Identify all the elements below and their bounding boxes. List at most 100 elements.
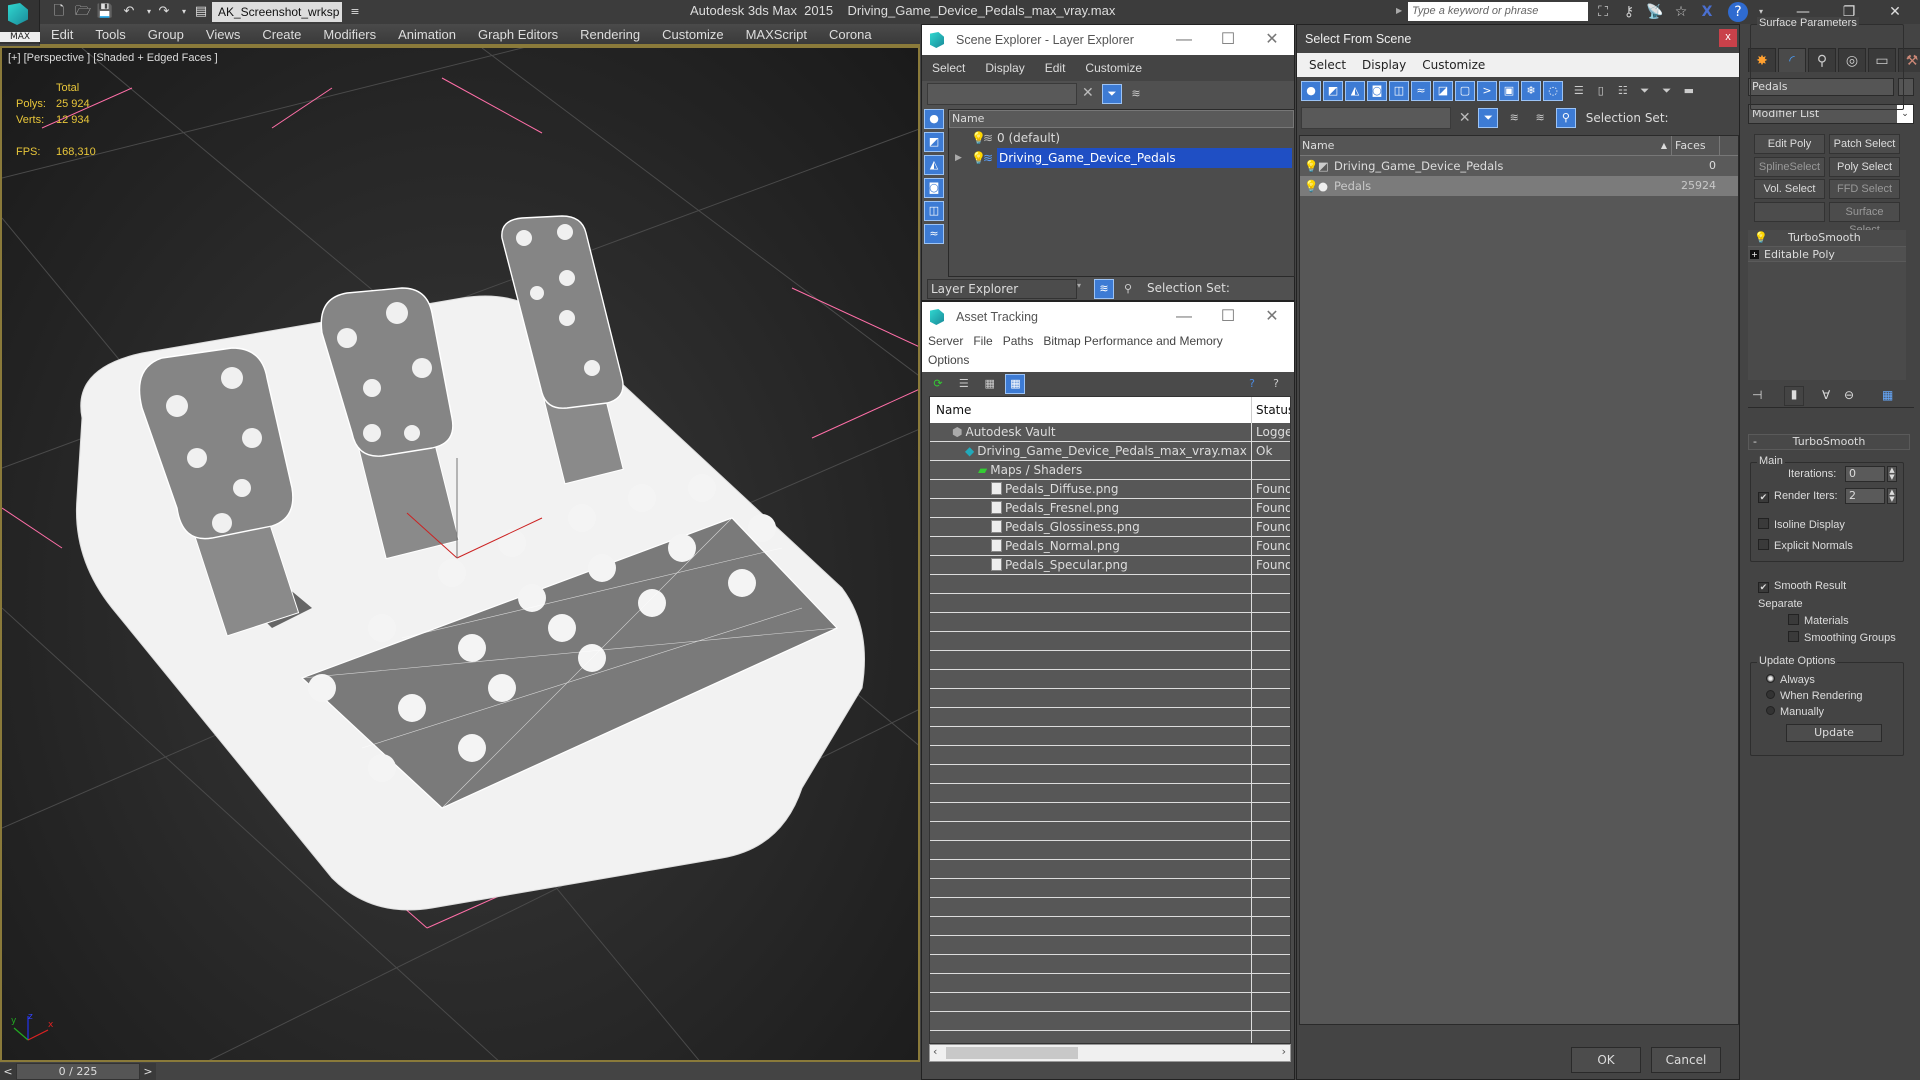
- layer-display-icon[interactable]: ≋: [1530, 108, 1550, 128]
- menu-display[interactable]: Display: [975, 55, 1034, 81]
- project-folder-icon[interactable]: ▤: [192, 3, 210, 21]
- select-search-input[interactable]: [1301, 107, 1451, 129]
- minimize-icon[interactable]: —: [1162, 302, 1206, 332]
- column-header-faces[interactable]: Faces: [1672, 136, 1720, 155]
- materials-checkbox[interactable]: [1788, 614, 1799, 625]
- smoothing-groups-checkbox[interactable]: [1788, 631, 1799, 642]
- show-end-result-icon[interactable]: ▮: [1784, 386, 1804, 406]
- spacewarps-filter-icon[interactable]: ≈: [924, 224, 944, 244]
- collapse-minus-icon[interactable]: -: [1753, 435, 1757, 449]
- new-file-icon[interactable]: 🗋: [50, 3, 68, 21]
- asset-row[interactable]: Pedals_Specular.png Found: [930, 556, 1290, 575]
- close-button[interactable]: x: [1719, 29, 1737, 47]
- geometry-filter-icon[interactable]: ●: [924, 109, 944, 129]
- ffd-select-button[interactable]: FFD Select: [1829, 179, 1900, 199]
- helpers-filter-icon[interactable]: ◫: [924, 201, 944, 221]
- smooth-result-checkbox[interactable]: ✔: [1758, 582, 1769, 593]
- object-row[interactable]: 💡 ◩ Driving_Game_Device_Pedals 0: [1300, 156, 1738, 176]
- frozen-filter-icon[interactable]: ❄: [1521, 81, 1541, 101]
- menu-views[interactable]: Views: [195, 24, 251, 46]
- spacewarps-filter-icon[interactable]: ≈: [1411, 81, 1431, 101]
- layers-options-icon[interactable]: ≋: [1504, 108, 1524, 128]
- ok-button[interactable]: OK: [1571, 1047, 1641, 1073]
- redo-dropdown-icon[interactable]: ▾: [175, 3, 193, 21]
- iterations-spinner-arrows[interactable]: ▲ ▼: [1887, 466, 1897, 482]
- helpers-filter-icon[interactable]: ◫: [1389, 81, 1409, 101]
- cameras-filter-icon[interactable]: ◙: [1367, 81, 1387, 101]
- dropdown-arrow-icon[interactable]: ▾: [1077, 281, 1081, 290]
- asset-row[interactable]: ◆ Driving_Game_Device_Pedals_max_vray.max…: [930, 442, 1290, 461]
- menu-rendering[interactable]: Rendering: [569, 24, 651, 46]
- open-file-icon[interactable]: 🗁: [74, 3, 92, 21]
- remove-modifier-icon[interactable]: ⊖: [1844, 388, 1854, 402]
- column-header-name[interactable]: Name: [930, 397, 1252, 423]
- light-bulb-icon[interactable]: 💡: [1304, 176, 1318, 196]
- hidden-filter-icon[interactable]: ◌: [1543, 81, 1563, 101]
- shapes-filter-icon[interactable]: ◩: [1323, 81, 1343, 101]
- pin-stack-icon[interactable]: ⊣: [1752, 388, 1762, 402]
- asset-row[interactable]: Pedals_Normal.png Found: [930, 537, 1290, 556]
- undo-icon[interactable]: ↶: [120, 3, 138, 21]
- render-iters-spinner-input[interactable]: 2: [1845, 488, 1885, 504]
- help-icon[interactable]: ?: [1728, 2, 1748, 22]
- refresh-icon[interactable]: ⟳: [928, 374, 948, 394]
- column-header-name[interactable]: Name ▲: [1300, 136, 1672, 155]
- patch-select-button[interactable]: Patch Select: [1829, 134, 1900, 154]
- search-expand-icon[interactable]: ▶: [1396, 6, 1402, 15]
- filter-settings-icon[interactable]: ⏷: [1657, 81, 1677, 101]
- expand-arrow-icon[interactable]: ▶: [955, 148, 962, 168]
- customize-toolbar-icon[interactable]: ≡: [346, 3, 364, 21]
- stack-item-editable-poly[interactable]: + Editable Poly: [1748, 246, 1906, 262]
- scene-explorer-titlebar[interactable]: Scene Explorer - Layer Explorer — ☐ ✕: [922, 25, 1294, 55]
- lights-filter-icon[interactable]: ◭: [1345, 81, 1365, 101]
- viewport-label-menu[interactable]: [+] [Perspective ] [Shaded + Edged Faces…: [8, 52, 218, 64]
- lights-filter-icon[interactable]: ◭: [924, 155, 944, 175]
- close-icon[interactable]: ✕: [1250, 302, 1294, 332]
- poly-select-button[interactable]: Poly Select: [1829, 157, 1900, 177]
- workspace-dropdown[interactable]: AK_Screenshot_wrksp ▾: [212, 2, 342, 38]
- thumbnail-view-icon[interactable]: ▦: [980, 374, 1000, 394]
- geometry-filter-icon[interactable]: ●: [1301, 81, 1321, 101]
- time-prev-button[interactable]: <: [0, 1063, 16, 1080]
- layer-row-selected[interactable]: ▶ 💡 ≋ Driving_Game_Device_Pedals: [949, 148, 1294, 168]
- menu-animation[interactable]: Animation: [387, 24, 467, 46]
- groups-filter-icon[interactable]: ◪: [1433, 81, 1453, 101]
- exchange-x-icon[interactable]: X: [1696, 2, 1718, 22]
- containers-filter-icon[interactable]: ▣: [1499, 81, 1519, 101]
- menu-customize[interactable]: Customize: [651, 24, 734, 46]
- turbosmooth-rollout-header[interactable]: - TurboSmooth: [1748, 434, 1910, 450]
- menu-group[interactable]: Group: [137, 24, 195, 46]
- update-button[interactable]: Update: [1786, 724, 1882, 742]
- layer-row[interactable]: 💡 ≋ 0 (default): [949, 128, 1294, 148]
- configure-modifier-sets-icon[interactable]: ▦: [1882, 388, 1893, 402]
- object-row-selected[interactable]: 💡 ● Pedals 25924: [1300, 176, 1738, 196]
- display-invert-icon[interactable]: ☷: [1613, 81, 1633, 101]
- menu-display[interactable]: Display: [1354, 53, 1414, 77]
- select-from-scene-titlebar[interactable]: Select From Scene x: [1297, 25, 1739, 53]
- satellite-icon[interactable]: 📡: [1644, 2, 1666, 22]
- vol-select-button[interactable]: Vol. Select: [1754, 179, 1825, 199]
- scroll-right-icon[interactable]: ›: [1282, 1045, 1286, 1058]
- menu-maxscript[interactable]: MAXScript: [735, 24, 818, 46]
- favorites-star-icon[interactable]: ☆: [1670, 2, 1692, 22]
- cameras-filter-icon[interactable]: ◙: [924, 178, 944, 198]
- scroll-left-icon[interactable]: ‹: [933, 1045, 937, 1058]
- maximize-icon[interactable]: ☐: [1206, 302, 1250, 332]
- save-icon[interactable]: 💾: [96, 3, 114, 21]
- layer-mode-icon[interactable]: ≋: [1094, 279, 1114, 299]
- hierarchy-display-icon[interactable]: ⚲: [1555, 108, 1576, 128]
- asset-row[interactable]: Pedals_Fresnel.png Found: [930, 499, 1290, 518]
- xrefs-filter-icon[interactable]: ▢: [1455, 81, 1475, 101]
- display-none-icon[interactable]: ▯: [1591, 81, 1611, 101]
- menu-edit[interactable]: Edit: [1035, 55, 1076, 81]
- menu-corona[interactable]: Corona: [818, 24, 883, 46]
- explorer-mode-dropdown[interactable]: Layer Explorer: [927, 279, 1077, 299]
- light-bulb-icon[interactable]: 💡: [1304, 156, 1318, 176]
- render-iters-checkbox[interactable]: ✔: [1758, 492, 1769, 503]
- list-view-icon[interactable]: ☰: [954, 374, 974, 394]
- bones-filter-icon[interactable]: >: [1477, 81, 1497, 101]
- minimize-icon[interactable]: —: [1162, 25, 1206, 55]
- asset-row[interactable]: ⬢Autodesk Vault Logged: [930, 423, 1290, 442]
- menu-graph-editors[interactable]: Graph Editors: [467, 24, 569, 46]
- context-help-icon[interactable]: ?: [1266, 374, 1286, 394]
